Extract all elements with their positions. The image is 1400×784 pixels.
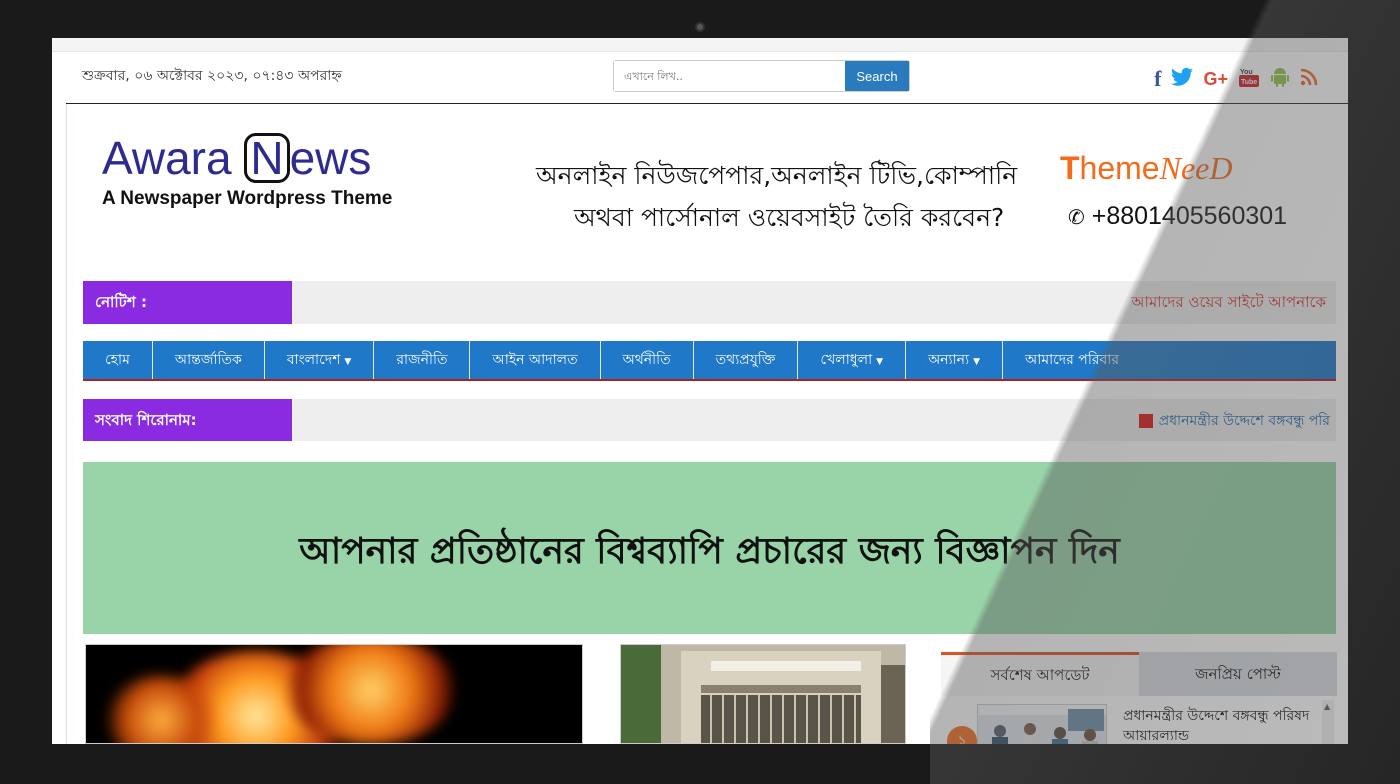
svg-text:You: You <box>1240 69 1253 76</box>
headline-ticker[interactable]: প্রধানমন্ত্রীর উদ্দেশে বঙ্গবন্ধু পরি <box>1138 409 1330 433</box>
tab-popular-posts[interactable]: জনপ্রিয় পোস্ট <box>1139 652 1337 696</box>
current-date: শুক্রবার, ০৬ অক্টোবর ২০২৩, ০৭:৪৩ অপরাহ্ন <box>82 68 342 84</box>
nav-item-technology[interactable]: তথ্যপ্রযুক্তি <box>694 341 799 379</box>
nav-item-sports[interactable]: খেলাধুলা ▼ <box>798 341 907 379</box>
nav-item-home[interactable]: হোম <box>83 341 153 379</box>
caret-down-icon: ▼ <box>973 357 981 367</box>
logo-wordmark: Awara News <box>102 132 372 184</box>
logo-tagline: A Newspaper Wordpress Theme <box>102 188 393 209</box>
google-plus-icon[interactable]: G+ <box>1203 68 1228 90</box>
facebook-icon[interactable]: f <box>1154 68 1161 90</box>
sidebar-tabs: সর্বশেষ আপডেট জনপ্রিয় পোস্ট <box>941 652 1337 696</box>
headline-label: সংবাদ শিরোনাম: <box>83 399 292 441</box>
laptop-bezel-left <box>0 0 52 784</box>
page-left-border <box>66 104 67 744</box>
post-rank-badge: ১ <box>947 726 977 744</box>
notice-ticker-text[interactable]: আমাদের ওয়েব সাইটে আপনাকে <box>1131 291 1326 316</box>
notice-bar: নোটিশ : আমাদের ওয়েব সাইটে আপনাকে <box>83 281 1336 324</box>
header-ad-line-1[interactable]: অনলাইন নিউজপেপার,অনলাইন টিভি,কোম্পানি <box>536 156 1017 199</box>
webcam-icon <box>695 22 705 32</box>
nav-item-bangladesh[interactable]: বাংলাদেশ ▼ <box>265 341 375 379</box>
nav-item-our-family[interactable]: আমাদের পরিবার <box>1003 341 1141 379</box>
tab-latest-update[interactable]: সর্বশেষ আপডেট <box>941 652 1139 696</box>
nav-item-law-court[interactable]: আইন আদালত <box>470 341 601 379</box>
list-item[interactable]: ১ প্রধানমন্ত্রীর উদ্দেশে বঙ্গবন্ধু পরিষদ… <box>941 698 1337 744</box>
nav-item-international[interactable]: আন্তর্জাতিক <box>153 341 265 379</box>
header-ad-line-2[interactable]: অথবা পার্সোনাল ওয়েবসাইট তৈরি করবেন? <box>574 198 1004 241</box>
notice-label: নোটিশ : <box>83 281 292 324</box>
browser-viewport: শুক্রবার, ০৬ অক্টোবর ২০২৩, ০৭:৪৩ অপরাহ্ন… <box>52 38 1348 744</box>
themeneed-brand-logo[interactable]: ThemeNeeD <box>1060 150 1232 187</box>
search-input[interactable] <box>614 61 845 91</box>
svg-text:Tube: Tube <box>1241 79 1257 86</box>
caret-down-icon: ▼ <box>344 357 352 367</box>
post-thumbnail[interactable] <box>977 704 1107 744</box>
twitter-icon[interactable] <box>1171 67 1194 91</box>
main-navigation: হোম আন্তর্জাতিক বাংলাদেশ ▼ রাজনীতি আইন আদ… <box>83 341 1336 381</box>
top-bar: শুক্রবার, ০৬ অক্টোবর ২০২৩, ০৭:৪৩ অপরাহ্ন… <box>66 54 1348 104</box>
laptop-bezel-bottom <box>0 744 1400 784</box>
youtube-icon[interactable]: You Tube <box>1238 66 1260 92</box>
browser-top-strip <box>52 38 1348 52</box>
android-icon[interactable] <box>1270 66 1290 92</box>
post-title[interactable]: প্রধানমন্ত্রীর উদ্দেশে বঙ্গবন্ধু পরিষদ আ… <box>1123 706 1313 744</box>
lead-news-image[interactable] <box>85 644 583 744</box>
banner-ad-text: আপনার প্রতিষ্ঠানের বিশ্বব্যাপি প্রচারের … <box>299 531 1120 572</box>
search-button[interactable]: Search <box>845 61 909 91</box>
scroll-up-arrow-icon[interactable]: ▲ <box>1324 702 1330 711</box>
laptop-bezel-right <box>1348 0 1400 784</box>
nav-item-politics[interactable]: রাজনীতি <box>374 341 471 379</box>
news-building-image[interactable] <box>620 644 906 744</box>
headline-bar: সংবাদ শিরোনাম: প্রধানমন্ত্রীর উদ্দেশে বঙ… <box>83 399 1336 441</box>
nav-item-others[interactable]: অন্যান্য ▼ <box>906 341 1004 379</box>
laptop-bezel-top <box>0 0 1400 38</box>
rss-icon[interactable] <box>1300 68 1318 90</box>
bullet-square-icon <box>1138 414 1153 428</box>
search-form: Search <box>613 60 910 92</box>
phone-icon: ✆ <box>1068 207 1085 229</box>
nav-item-economy[interactable]: অর্থনীতি <box>601 341 694 379</box>
social-links: f G+ You Tube <box>1154 66 1318 92</box>
banner-ad[interactable]: আপনার প্রতিষ্ঠানের বিশ্বব্যাপি প্রচারের … <box>83 462 1336 634</box>
headline-ticker-text[interactable]: প্রধানমন্ত্রীর উদ্দেশে বঙ্গবন্ধু পরি <box>1159 409 1330 433</box>
caret-down-icon: ▼ <box>876 357 884 367</box>
header-phone: ✆ +8801405560301 <box>1068 202 1288 230</box>
site-logo[interactable]: Awara News A Newspaper Wordpress Theme <box>102 130 482 230</box>
